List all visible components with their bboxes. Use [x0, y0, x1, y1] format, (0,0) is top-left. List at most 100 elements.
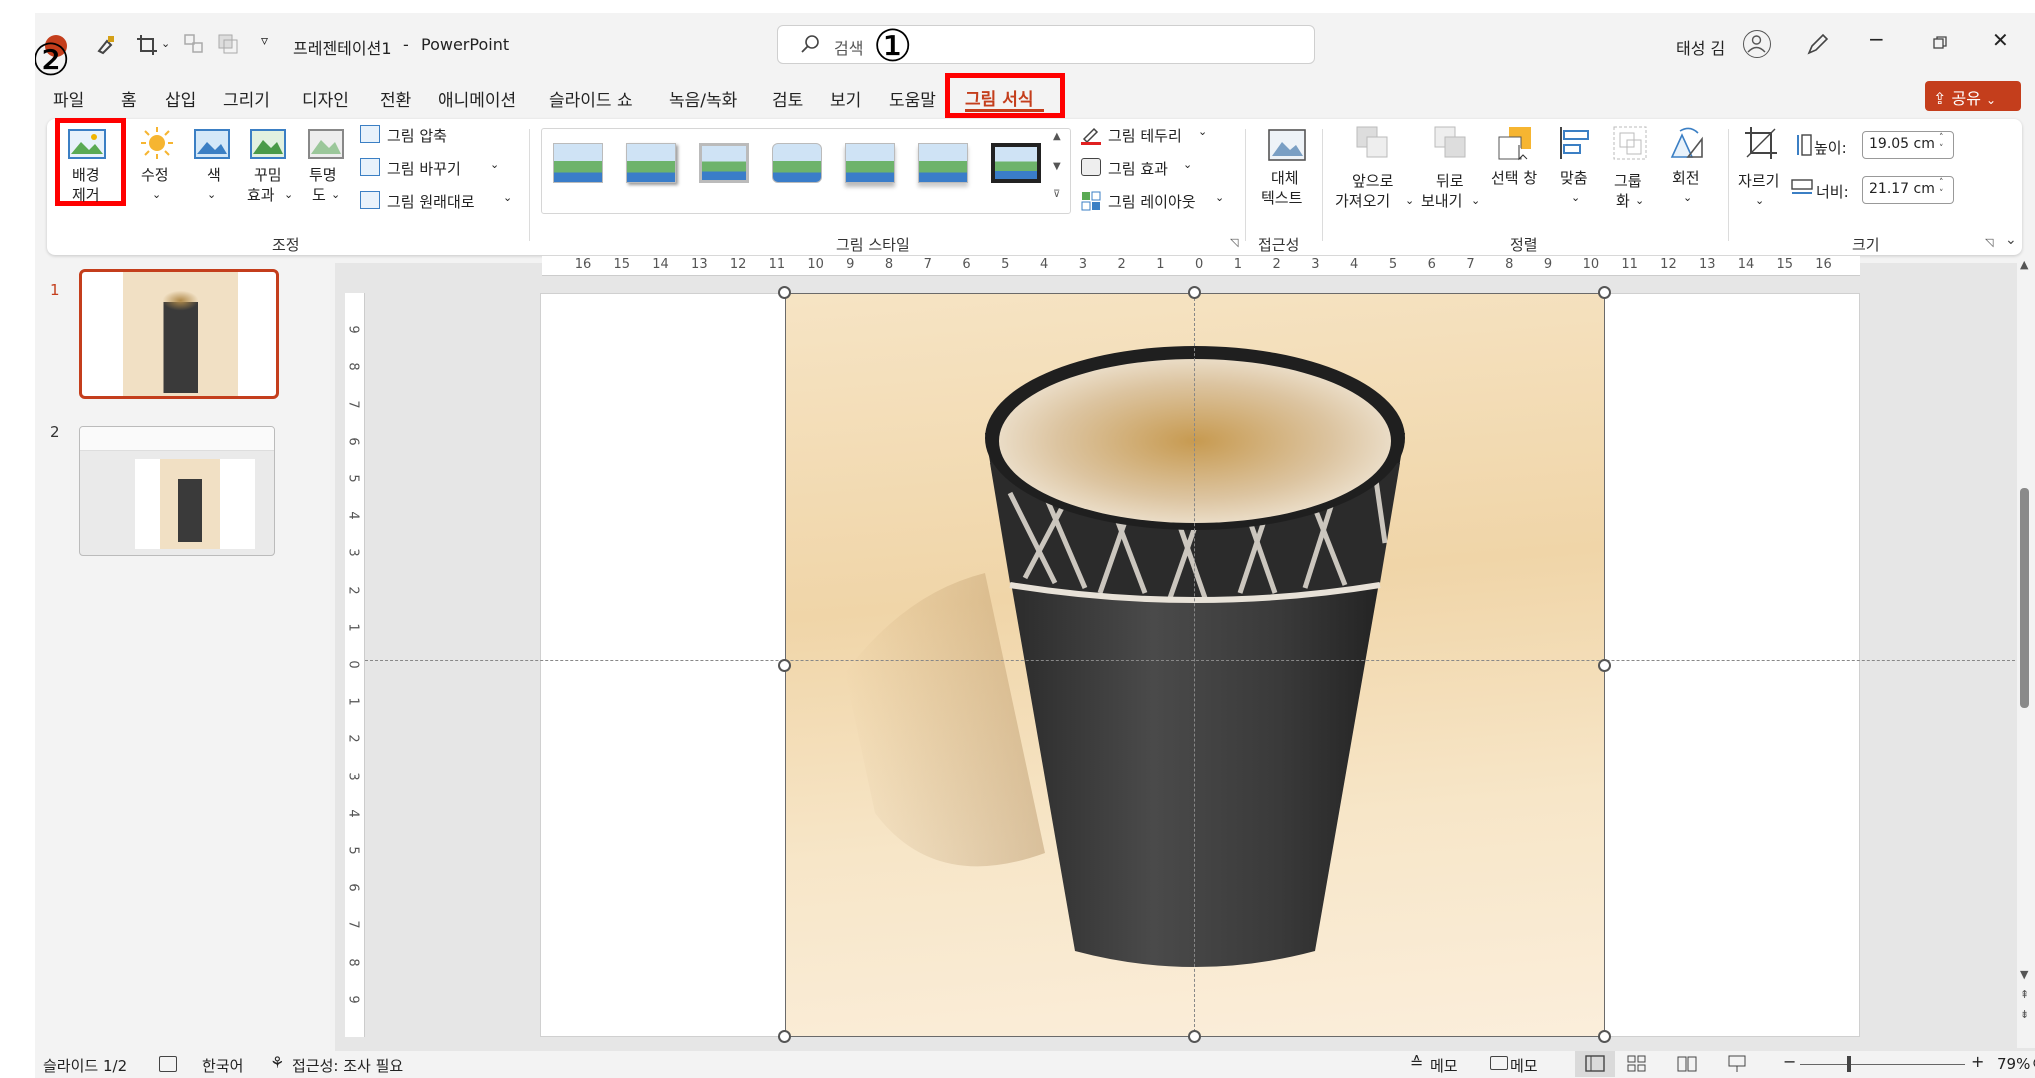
alt-text-label-2[interactable]: 텍스트: [1261, 188, 1302, 208]
picture-style-1[interactable]: [553, 143, 603, 183]
accessibility-icon[interactable]: ⚘: [270, 1053, 284, 1072]
reset-picture-icon[interactable]: [360, 191, 380, 209]
resize-handle-bottom-left[interactable]: [778, 1030, 791, 1043]
horizontal-ruler: 16 15 14 13 12 11 10 9 8 7 6 5 4 3 2 1 0 1 2 3 4 5 6 7 8 9 10 11 12 1…: [542, 256, 1860, 276]
comments-icon[interactable]: [1490, 1056, 1508, 1070]
resize-handle-top-right[interactable]: [1598, 286, 1611, 299]
picture-layout-icon[interactable]: [1081, 191, 1101, 211]
accessibility-status[interactable]: 접근성: 조사 필요: [292, 1055, 403, 1076]
zoom-level[interactable]: 79%: [1997, 1055, 2030, 1073]
resize-handle-top[interactable]: [1188, 286, 1201, 299]
picture-style-4[interactable]: [772, 143, 822, 183]
artistic-effects-icon[interactable]: [249, 128, 287, 160]
transparency-icon[interactable]: [307, 128, 345, 160]
styles-dialog-launcher-icon[interactable]: ◹: [1230, 236, 1238, 249]
align-icon[interactable]: [1558, 125, 1594, 161]
chevron-down-icon[interactable]: ⌄: [503, 191, 512, 204]
transparency-label-2[interactable]: 도: [312, 185, 326, 205]
transparency-label-1[interactable]: 투명: [309, 165, 337, 185]
artistic-effects-label-2[interactable]: 효과: [247, 185, 275, 205]
crop-label[interactable]: 자르기: [1738, 171, 1779, 191]
scroll-up-icon[interactable]: ▲: [2020, 258, 2028, 271]
scrollbar-thumb[interactable]: [2020, 488, 2029, 708]
alt-text-icon[interactable]: [1267, 128, 1307, 162]
ruler-v-label: 0: [345, 660, 361, 669]
previous-slide-icon[interactable]: ⇞: [2020, 988, 2029, 1001]
selection-pane-label[interactable]: 선택 창: [1491, 168, 1537, 188]
reading-view-icon[interactable]: [1677, 1055, 1697, 1073]
zoom-slider-thumb[interactable]: [1847, 1056, 1851, 1072]
chevron-down-icon[interactable]: ⌄: [490, 158, 499, 171]
picture-style-7[interactable]: [991, 143, 1041, 183]
corrections-label[interactable]: 수정: [141, 165, 169, 185]
color-icon[interactable]: [193, 128, 231, 160]
resize-handle-bottom[interactable]: [1188, 1030, 1201, 1043]
chevron-down-icon[interactable]: ⌄: [1683, 188, 1692, 208]
language-label[interactable]: 한국어: [202, 1055, 243, 1076]
height-spinner-icon[interactable]: ˄ ˅: [1939, 133, 1944, 155]
artistic-effects-label-1[interactable]: 꾸밈: [254, 165, 282, 185]
slide-thumbnail-2[interactable]: [79, 426, 275, 556]
chevron-down-icon[interactable]: ⌄: [331, 185, 340, 205]
picture-border-label[interactable]: 그림 테두리: [1108, 125, 1182, 146]
chevron-down-icon[interactable]: ⌄: [1198, 125, 1207, 138]
change-picture-label[interactable]: 그림 바꾸기: [387, 158, 461, 179]
spelling-icon[interactable]: [159, 1056, 177, 1072]
slide-counter[interactable]: 슬라이드 1/2: [43, 1055, 127, 1076]
corrections-icon[interactable]: [139, 125, 175, 161]
picture-style-2[interactable]: [626, 143, 676, 183]
compress-label[interactable]: 그림 압축: [387, 125, 447, 146]
picture-style-3[interactable]: [699, 143, 749, 183]
zoom-out-icon[interactable]: −: [1783, 1052, 1796, 1071]
resize-handle-top-left[interactable]: [778, 286, 791, 299]
remove-background-label-2[interactable]: 제거: [72, 185, 100, 205]
scroll-down-icon[interactable]: ▼: [2020, 968, 2028, 981]
compress-icon[interactable]: [360, 125, 380, 143]
chevron-down-icon[interactable]: ⌄: [284, 185, 293, 205]
gallery-more-icon[interactable]: ⊽: [1053, 189, 1060, 200]
picture-effects-label[interactable]: 그림 효과: [1108, 158, 1168, 179]
collapse-ribbon-icon[interactable]: ⌄: [2005, 232, 2017, 248]
color-label[interactable]: 색: [207, 165, 221, 185]
size-dialog-launcher-icon[interactable]: ◹: [1985, 236, 1993, 249]
alt-text-label-1[interactable]: 대체: [1271, 168, 1299, 188]
picture-style-5[interactable]: [845, 143, 895, 183]
remove-background-label-1[interactable]: 배경: [72, 165, 100, 185]
rotate-label[interactable]: 회전: [1672, 168, 1700, 188]
selection-pane-icon[interactable]: [1497, 125, 1533, 161]
gallery-scroll-up-icon[interactable]: ▲: [1053, 131, 1061, 142]
width-spinner-icon[interactable]: ˄ ˅: [1939, 178, 1944, 200]
picture-style-6[interactable]: [918, 143, 968, 183]
picture-layout-label[interactable]: 그림 레이아웃: [1108, 191, 1196, 212]
remove-background-icon[interactable]: [67, 128, 107, 160]
chevron-down-icon[interactable]: ⌄: [1215, 191, 1224, 204]
reset-picture-label[interactable]: 그림 원래대로: [387, 191, 475, 212]
chevron-down-icon[interactable]: ⌄: [152, 185, 161, 205]
chevron-down-icon[interactable]: ⌄: [1755, 191, 1764, 211]
zoom-in-icon[interactable]: +: [1971, 1052, 1984, 1071]
resize-handle-right[interactable]: [1598, 659, 1611, 672]
align-label[interactable]: 맞춤: [1560, 168, 1588, 188]
picture-border-icon[interactable]: [1081, 125, 1101, 145]
resize-handle-bottom-right[interactable]: [1598, 1030, 1611, 1043]
resize-handle-left[interactable]: [778, 659, 791, 672]
chevron-down-icon[interactable]: ⌄: [1183, 158, 1192, 171]
next-slide-icon[interactable]: ⇟: [2020, 1008, 2029, 1021]
change-picture-icon[interactable]: [360, 158, 380, 176]
comments-button[interactable]: 메모: [1510, 1055, 1538, 1076]
slideshow-view-icon[interactable]: [1727, 1055, 1747, 1073]
selection-frame: [785, 293, 1605, 1037]
gallery-scroll-down-icon[interactable]: ▼: [1053, 161, 1061, 172]
slide-thumbnail-1[interactable]: [79, 269, 279, 399]
height-label: 높이:: [1814, 139, 1847, 157]
slide-sorter-icon[interactable]: [1627, 1055, 1647, 1073]
notes-icon[interactable]: ≙: [1410, 1053, 1423, 1072]
picture-effects-icon[interactable]: [1081, 158, 1101, 176]
notes-button[interactable]: 메모: [1430, 1055, 1458, 1076]
zoom-slider-track[interactable]: [1800, 1064, 1965, 1065]
normal-view-icon[interactable]: [1575, 1051, 1615, 1077]
crop-icon[interactable]: [1743, 125, 1779, 161]
chevron-down-icon[interactable]: ⌄: [207, 185, 216, 205]
chevron-down-icon[interactable]: ⌄: [1571, 188, 1580, 208]
rotate-icon[interactable]: [1668, 125, 1706, 161]
